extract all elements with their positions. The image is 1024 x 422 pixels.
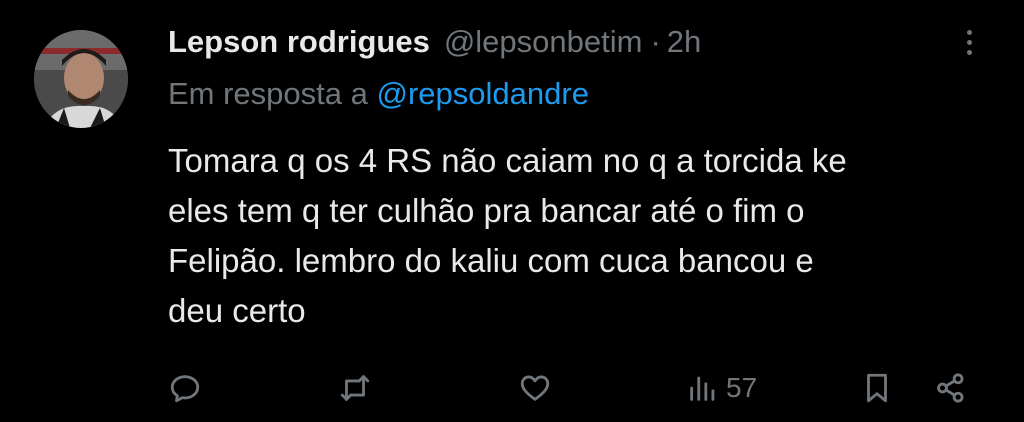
action-bar: 57 [168,366,978,410]
tweet-text-line: eles tem q ter culhão pra bancar até o f… [168,192,805,229]
timestamp[interactable]: 2h [667,24,701,60]
author-name[interactable]: Lepson rodrigues [168,24,430,60]
retweet-button[interactable] [338,366,372,410]
views-icon [690,376,715,401]
like-button[interactable] [518,366,552,410]
share-button[interactable] [934,366,968,410]
tweet-text-line: deu certo [168,292,306,329]
tweet-text: Tomara q os 4 RS não caiam no q a torcid… [168,136,988,336]
tweet-header: Lepson rodrigues @lepsonbetim · 2h [168,22,701,62]
more-options-icon[interactable] [955,22,983,62]
views-button[interactable]: 57 [686,366,757,410]
tweet-text-line: Felipão. lembro do kaliu com cuca bancou… [168,242,814,279]
reply-context: Em resposta a @repsoldandre [168,76,589,112]
like-icon [520,375,550,401]
bookmark-button[interactable] [860,366,894,410]
separator-dot: · [650,24,661,59]
reply-button[interactable] [168,366,202,410]
avatar[interactable] [34,30,128,128]
reply-icon [170,375,200,403]
reply-to-handle[interactable]: @repsoldandre [377,76,589,111]
bookmark-icon [867,373,887,403]
reply-prefix: Em resposta a [168,76,368,111]
views-count: 57 [726,372,758,403]
retweet-icon [340,375,370,401]
tweet-text-line: Tomara q os 4 RS não caiam no q a torcid… [168,142,847,179]
share-icon [937,373,964,403]
author-handle[interactable]: @lepsonbetim [444,24,643,60]
